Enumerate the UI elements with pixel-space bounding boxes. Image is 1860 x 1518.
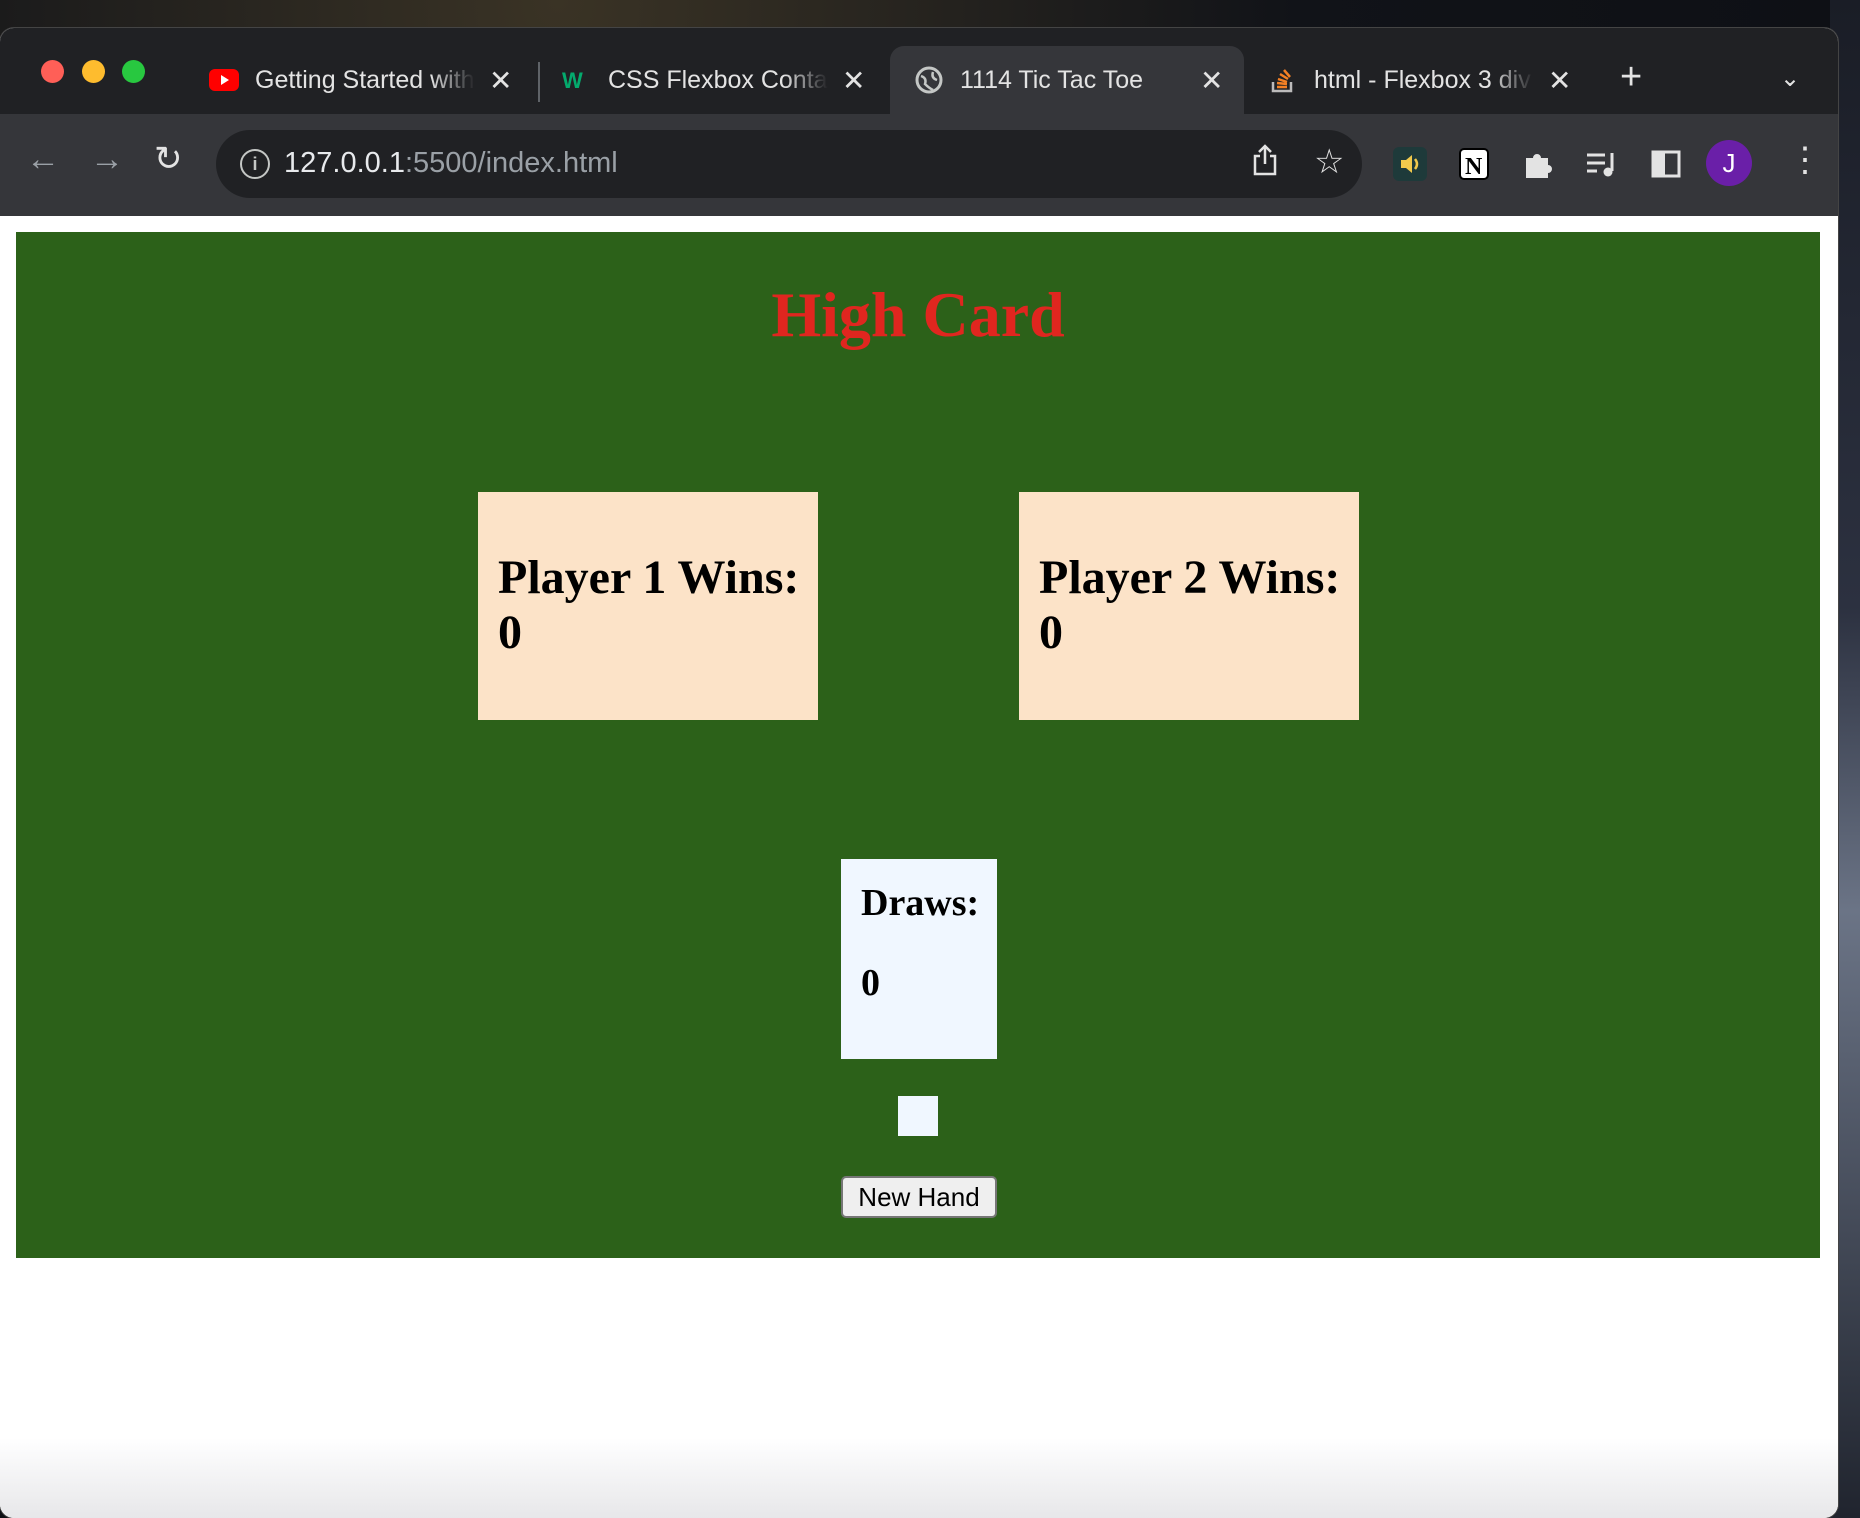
close-tab-icon[interactable]: ✕	[489, 64, 512, 97]
profile-avatar[interactable]: J	[1706, 140, 1752, 186]
player2-score-text: Player 2 Wins: 0	[1039, 550, 1349, 660]
close-tab-icon[interactable]: ✕	[1548, 64, 1571, 97]
draws-card: Draws: 0	[841, 859, 997, 1059]
url-text[interactable]: 127.0.0.1:5500/index.html	[284, 147, 618, 180]
player2-label: Player 2 Wins:	[1039, 551, 1341, 604]
maximize-window-button[interactable]	[122, 60, 145, 83]
svg-text:N: N	[1465, 154, 1483, 180]
page-content: High Card Player 1 Wins: 0 Player 2 Wins…	[0, 216, 1838, 1518]
tab-strip: Getting Started with ✕ W CSS Flexbox Con…	[0, 28, 1838, 114]
player1-score-card: Player 1 Wins: 0	[478, 492, 818, 720]
new-tab-button[interactable]: +	[1620, 58, 1642, 96]
more-menu-icon[interactable]: ⋮	[1788, 140, 1822, 180]
bookmark-star-icon[interactable]: ☆	[1314, 142, 1344, 182]
site-info-icon[interactable]: i	[240, 149, 270, 179]
forward-arrow-icon[interactable]: →	[90, 142, 124, 176]
tab-w3schools[interactable]: W CSS Flexbox Contai ✕	[538, 46, 865, 114]
close-window-button[interactable]	[41, 60, 64, 83]
game-title: High Card	[771, 279, 1065, 350]
stackoverflow-icon	[1268, 65, 1298, 95]
tab-title: html - Flexbox 3 div	[1314, 65, 1531, 94]
globe-icon	[914, 65, 944, 95]
url-host: 127.0.0.1	[284, 147, 405, 179]
url-path: :5500/index.html	[404, 147, 618, 179]
player2-score-card: Player 2 Wins: 0	[1019, 492, 1359, 720]
result-display-box	[898, 1096, 938, 1136]
extensions-puzzle-icon[interactable]	[1520, 146, 1556, 182]
close-tab-icon[interactable]: ✕	[1200, 64, 1223, 97]
audio-extension-icon[interactable]	[1392, 146, 1428, 182]
browser-toolbar: ← → ↻ i 127.0.0.1:5500/index.html ☆ N J …	[0, 114, 1838, 216]
new-hand-button[interactable]: New Hand	[841, 1176, 997, 1218]
draws-count: 0	[861, 962, 880, 1004]
side-panel-icon[interactable]	[1648, 146, 1684, 182]
address-bar[interactable]: i 127.0.0.1:5500/index.html ☆	[216, 130, 1362, 198]
svg-text:W: W	[562, 68, 583, 92]
minimize-window-button[interactable]	[82, 60, 105, 83]
share-icon[interactable]	[1252, 144, 1278, 184]
game-table: High Card Player 1 Wins: 0 Player 2 Wins…	[16, 232, 1820, 1258]
tab-stackoverflow[interactable]: html - Flexbox 3 div ✕	[1244, 46, 1571, 114]
tab-search-chevron-icon[interactable]: ⌄	[1780, 64, 1800, 93]
tab-title: Getting Started with	[255, 65, 475, 94]
tab-title: CSS Flexbox Contai	[608, 65, 828, 94]
player1-label: Player 1 Wins:	[498, 551, 800, 604]
tab-title: 1114 Tic Tac Toe	[960, 65, 1143, 94]
browser-window: Getting Started with ✕ W CSS Flexbox Con…	[0, 28, 1838, 1518]
player1-score-text: Player 1 Wins: 0	[498, 550, 808, 660]
tab-tic-tac-toe[interactable]: 1114 Tic Tac Toe ✕	[890, 46, 1244, 114]
media-queue-icon[interactable]	[1584, 146, 1620, 182]
tab-youtube[interactable]: Getting Started with ✕	[185, 46, 512, 114]
reload-icon[interactable]: ↻	[154, 142, 183, 176]
w3schools-icon: W	[562, 65, 592, 95]
back-arrow-icon[interactable]: ←	[26, 142, 60, 176]
player2-wins: 0	[1039, 606, 1063, 659]
close-tab-icon[interactable]: ✕	[842, 64, 865, 97]
youtube-icon	[209, 65, 239, 95]
notion-icon[interactable]: N	[1456, 146, 1492, 182]
draws-label: Draws:	[861, 882, 980, 924]
window-bottom-edge	[0, 1438, 1838, 1518]
player1-wins: 0	[498, 606, 522, 659]
